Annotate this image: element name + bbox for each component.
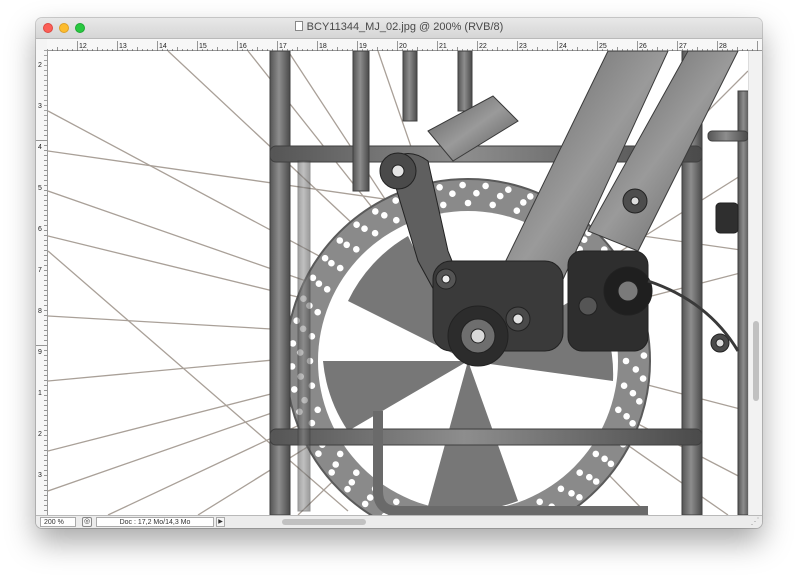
ruler-v-label: 4	[38, 144, 42, 151]
ruler-h-label: 27	[679, 43, 687, 50]
ruler-h-label: 12	[79, 43, 87, 50]
resize-grip-icon[interactable]: ⋰	[748, 515, 762, 528]
vertical-ruler[interactable]: 2 3 4 5 6 7 8 9 1 2 3	[36, 50, 48, 515]
bicycle-brake-photo	[48, 51, 748, 515]
ruler-h-label: 25	[599, 43, 607, 50]
photoshop-document-window: BCY11344_MJ_02.jpg @ 200% (RVB/8) 12 13 14…	[36, 18, 762, 528]
title-bar[interactable]: BCY11344_MJ_02.jpg @ 200% (RVB/8)	[36, 18, 762, 39]
window-title: BCY11344_MJ_02.jpg @ 200% (RVB/8)	[36, 21, 762, 33]
ruler-h-label: 20	[399, 43, 407, 50]
share-icon[interactable]: ◎	[82, 517, 92, 527]
status-bar: 200 % ◎ Doc : 17,2 Mo/14,3 Mo ▶	[36, 515, 762, 528]
ruler-v-label: 2	[38, 62, 42, 69]
ruler-v-label: 7	[38, 267, 42, 274]
document-size-info: Doc : 17,2 Mo/14,3 Mo	[96, 517, 214, 527]
horizontal-scroll-thumb[interactable]	[282, 519, 366, 525]
ruler-v-label: 3	[38, 103, 42, 110]
ruler-h-label: 13	[119, 43, 127, 50]
ruler-h-label: 18	[319, 43, 327, 50]
ruler-h-label: 19	[359, 43, 367, 50]
ruler-h-label: 21	[439, 43, 447, 50]
horizontal-ruler[interactable]: 12 13 14 15 16 17 18 19 20 21 22 23 24 25 26 27 28	[47, 39, 762, 52]
ruler-v-label: 2	[38, 431, 42, 438]
ruler-h-label: 23	[519, 43, 527, 50]
document-icon	[294, 21, 303, 31]
vertical-ruler-ticks: 2 3 4 5 6 7 8 9 1 2 3	[36, 50, 47, 511]
ruler-v-label: 9	[38, 349, 42, 356]
ruler-v-label: 1	[38, 390, 42, 397]
ruler-v-label: 3	[38, 472, 42, 479]
ruler-h-label: 24	[559, 43, 567, 50]
ruler-h-label: 17	[279, 43, 287, 50]
vertical-scroll-thumb[interactable]	[753, 321, 759, 401]
vertical-scrollbar[interactable]	[748, 51, 762, 515]
status-menu-arrow-icon[interactable]: ▶	[216, 517, 225, 527]
ruler-h-label: 26	[639, 43, 647, 50]
ruler-h-label: 15	[199, 43, 207, 50]
window-title-text: BCY11344_MJ_02.jpg @ 200% (RVB/8)	[306, 21, 504, 33]
ruler-h-label: 28	[719, 43, 727, 50]
ruler-v-label: 8	[38, 308, 42, 315]
ruler-h-label: 16	[239, 43, 247, 50]
ruler-h-label: 14	[159, 43, 167, 50]
ruler-v-label: 5	[38, 185, 42, 192]
image-canvas[interactable]	[48, 51, 748, 515]
zoom-level-field[interactable]: 200 %	[40, 517, 76, 527]
ruler-h-label: 22	[479, 43, 487, 50]
ruler-v-label: 6	[38, 226, 42, 233]
